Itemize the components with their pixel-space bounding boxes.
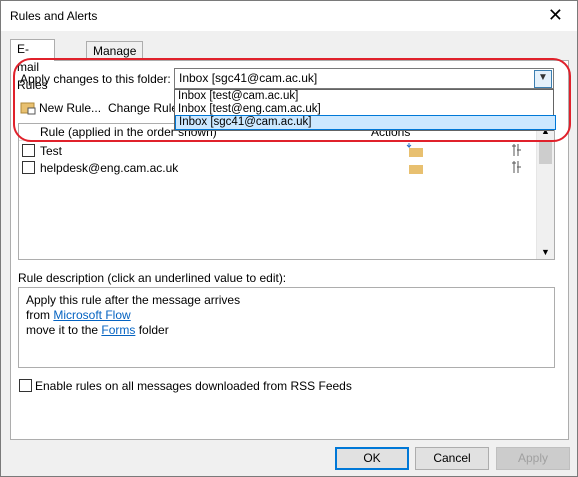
- rule-description-box: Apply this rule after the message arrive…: [18, 287, 555, 368]
- dialog-title: Rules and Alerts: [10, 9, 98, 23]
- rules-list-scrollbar[interactable]: ▲ ▼: [536, 124, 554, 259]
- description-line: from Microsoft Flow: [26, 308, 131, 322]
- folder-option-selected[interactable]: Inbox [sgc41@cam.ac.uk]: [175, 115, 556, 130]
- apply-button[interactable]: Apply: [496, 447, 570, 470]
- rules-list: Rule (applied in the order shown) Action…: [18, 123, 555, 260]
- folder-select-value: Inbox [sgc41@cam.ac.uk]: [179, 71, 318, 85]
- rule-enabled-checkbox[interactable]: [22, 161, 35, 174]
- sender-link[interactable]: Microsoft Flow: [53, 308, 130, 322]
- scroll-down-icon[interactable]: ▼: [541, 247, 550, 257]
- rules-and-alerts-dialog: Rules and Alerts ✕ E-mail Rules Manage A…: [0, 0, 578, 477]
- rule-options-icon[interactable]: [511, 159, 531, 175]
- change-rule-button[interactable]: Change Rule: [108, 101, 178, 115]
- chevron-down-icon[interactable]: ▼: [534, 70, 552, 88]
- folder-select[interactable]: Inbox [sgc41@cam.ac.uk] ▼: [174, 68, 554, 89]
- rule-name: helpdesk@eng.cam.ac.uk: [40, 161, 179, 175]
- tab-manage-alerts[interactable]: Manage Alerts: [86, 41, 144, 76]
- rss-checkbox[interactable]: [19, 379, 32, 392]
- description-line: Apply this rule after the message arrive…: [26, 293, 241, 307]
- new-rule-icon: [20, 102, 36, 115]
- title-bar: Rules and Alerts ✕: [1, 1, 577, 31]
- scrollbar-thumb[interactable]: [539, 140, 552, 164]
- table-row[interactable]: helpdesk@eng.cam.ac.uk: [19, 159, 537, 176]
- description-line: move it to the Forms folder: [26, 323, 169, 337]
- rss-label: Enable rules on all messages downloaded …: [35, 379, 352, 393]
- move-to-folder-icon: [406, 143, 423, 157]
- rule-options-icon[interactable]: [511, 142, 531, 158]
- folder-dropdown-list: Inbox [test@cam.ac.uk] Inbox [test@eng.c…: [174, 89, 556, 131]
- table-row[interactable]: Test: [19, 142, 537, 159]
- rule-enabled-checkbox[interactable]: [22, 144, 35, 157]
- cancel-button[interactable]: Cancel: [415, 447, 489, 470]
- folder-option[interactable]: Inbox [test@cam.ac.uk]: [175, 90, 554, 103]
- tab-email-rules[interactable]: E-mail Rules: [10, 39, 55, 92]
- folder-link[interactable]: Forms: [101, 323, 135, 337]
- close-icon[interactable]: ✕: [548, 5, 563, 25]
- rule-name: Test: [40, 144, 63, 158]
- ok-button[interactable]: OK: [335, 447, 409, 470]
- description-label: Rule description (click an underlined va…: [18, 271, 287, 285]
- move-to-folder-icon: [409, 165, 423, 174]
